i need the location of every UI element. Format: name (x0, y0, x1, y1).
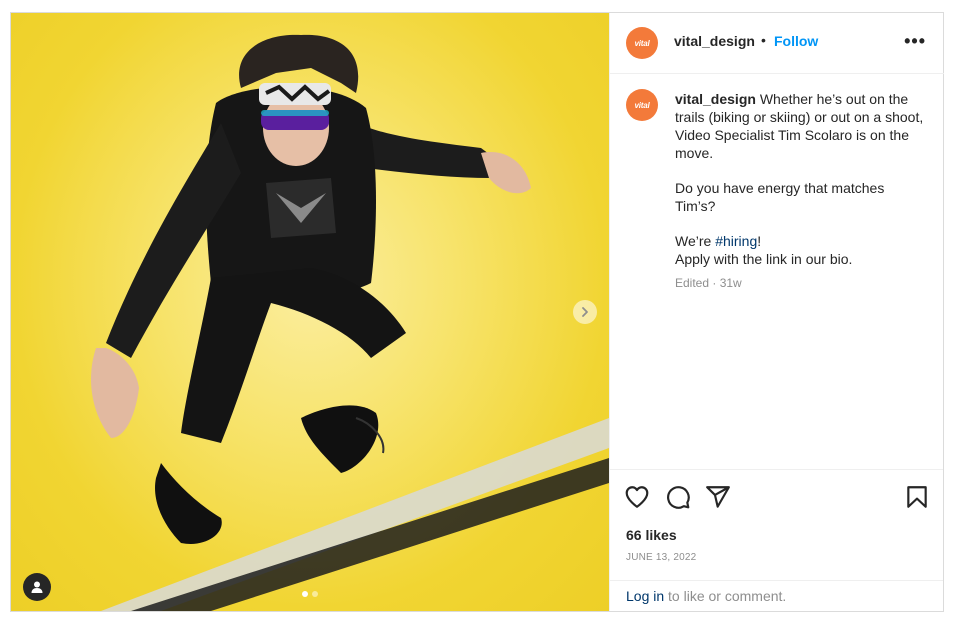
login-link[interactable]: Log in (626, 588, 664, 604)
author-avatar[interactable]: vital (626, 27, 658, 59)
post-side-panel: vital vital_design • Follow ••• vital vi… (609, 13, 944, 611)
caption-paragraph-3-prefix: We’re (675, 233, 716, 249)
post-age[interactable]: 31w (720, 276, 742, 290)
caption-text: vital_design Whether he’s out on the tra… (675, 90, 925, 292)
caption-avatar[interactable]: vital (626, 89, 658, 121)
post-photo (91, 34, 609, 611)
right-boot (301, 405, 379, 473)
carousel-indicator (302, 591, 318, 597)
likes-count[interactable]: 66 likes (626, 527, 677, 543)
caption-paragraph-2: Do you have energy that matches Tim’s? (675, 180, 885, 214)
action-bar: 66 likes JUNE 13, 2022 (610, 469, 943, 580)
hashtag-link[interactable]: #hiring (715, 233, 757, 249)
post-card: vital vital_design • Follow ••• vital vi… (10, 12, 944, 612)
avatar-logo-text: vital (634, 38, 650, 48)
left-boot (155, 463, 222, 544)
caption-username[interactable]: vital_design (675, 91, 756, 107)
login-prompt: Log in to like or comment. (610, 580, 943, 612)
header-separator: • (761, 32, 766, 48)
follow-button[interactable]: Follow (774, 33, 818, 49)
caption-paragraph-3-suffix: ! (757, 233, 762, 249)
caption-section: vital vital_design Whether he’s out on t… (610, 73, 943, 469)
heart-icon[interactable] (624, 484, 650, 510)
tagged-users-button[interactable] (23, 573, 51, 601)
login-prompt-text: to like or comment. (664, 588, 787, 604)
bookmark-icon[interactable] (904, 484, 930, 510)
author-username[interactable]: vital_design (674, 33, 755, 49)
caption-avatar-logo-text: vital (634, 100, 650, 110)
meta-separator: · (709, 276, 720, 290)
post-date[interactable]: JUNE 13, 2022 (626, 552, 696, 563)
carousel-dot (312, 591, 318, 597)
comment-icon[interactable] (665, 484, 691, 510)
caption-meta: Edited · 31w (675, 274, 925, 292)
post-header: vital vital_design • Follow ••• (610, 13, 944, 74)
more-options-icon[interactable]: ••• (904, 31, 926, 52)
next-slide-button[interactable] (573, 300, 597, 324)
user-icon (31, 581, 43, 593)
post-media[interactable] (11, 13, 609, 611)
chevron-right-icon (582, 307, 588, 317)
right-arm (356, 123, 501, 178)
share-icon[interactable] (705, 484, 731, 510)
caption-paragraph-4: Apply with the link in our bio. (675, 251, 853, 267)
carousel-dot-active (302, 591, 308, 597)
edited-label: Edited (675, 276, 710, 290)
